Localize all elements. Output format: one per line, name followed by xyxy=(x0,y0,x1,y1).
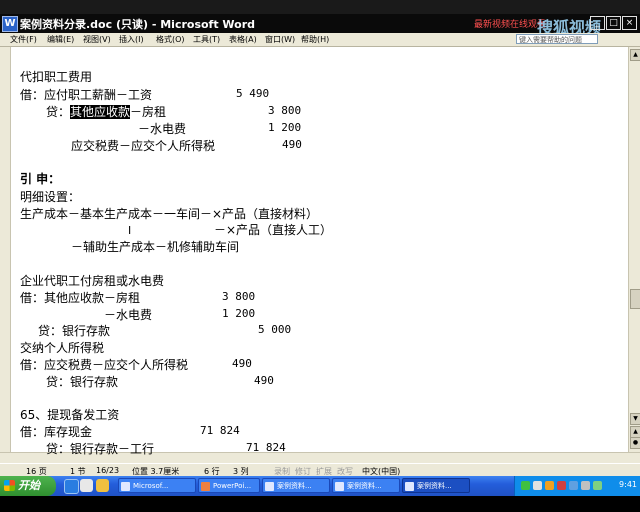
task-label: PowerPoi... xyxy=(213,482,252,490)
taskbar-item-powerpoint[interactable]: PowerPoi... xyxy=(198,478,260,493)
menu-format[interactable]: 格式(O) xyxy=(156,34,185,45)
clock[interactable]: 9:41 xyxy=(619,480,637,489)
vertical-scrollbar[interactable]: ▲ ▼ ▲ ● xyxy=(628,47,640,452)
ie-quicklaunch-icon[interactable] xyxy=(64,479,79,494)
amount: 3 800 xyxy=(222,290,256,303)
doc-line: 企业代职工付房租或水电费 xyxy=(20,274,165,288)
tray-icon[interactable] xyxy=(545,481,554,490)
doc-line: 贷：银行存款 xyxy=(46,375,119,389)
doc-line: 借：库存现金 xyxy=(20,425,93,439)
section-heading: 引 申： xyxy=(20,172,61,186)
selected-text[interactable]: 其他应收款 xyxy=(70,105,131,119)
doc-line: 交纳个人所得税 xyxy=(20,341,105,355)
menu-tools[interactable]: 工具(T) xyxy=(193,34,220,45)
doc-line: 65、提现备发工资 xyxy=(20,408,120,422)
word-icon[interactable]: W xyxy=(2,16,18,32)
amount: 3 800 xyxy=(268,104,302,117)
doc-line: 贷：其他应收款－房租 xyxy=(46,103,166,120)
help-search-input[interactable]: 键入需要帮助的问题 xyxy=(516,34,598,44)
window-title: 案例资料分录.doc (只读) - Microsoft Word xyxy=(20,18,256,31)
vertical-ruler xyxy=(0,47,11,452)
doc-line: －水电费 xyxy=(104,308,153,322)
doc-line: 贷：银行存款－工行 xyxy=(46,442,155,456)
scroll-down-arrow-icon[interactable]: ▼ xyxy=(630,413,640,425)
amount: 71 824 xyxy=(246,441,286,454)
taskbar-item-doc[interactable]: 案例资料... xyxy=(332,478,400,493)
document-icon xyxy=(265,482,274,491)
scroll-up-arrow-icon[interactable]: ▲ xyxy=(630,49,640,61)
amount: 5 490 xyxy=(236,87,270,100)
tray-icon[interactable] xyxy=(569,481,578,490)
scroll-thumb[interactable] xyxy=(630,289,640,309)
amount: 490 xyxy=(254,374,274,387)
menu-table[interactable]: 表格(A) xyxy=(229,34,257,45)
doc-line: －水电费 xyxy=(138,122,187,136)
menu-bar: 文件(F) 编辑(E) 视图(V) 插入(I) 格式(O) 工具(T) 表格(A… xyxy=(0,33,640,47)
document-icon xyxy=(335,482,344,491)
doc-line: －辅助生产成本－机修辅助车间 xyxy=(71,240,240,254)
amount: 71 824 xyxy=(200,424,240,437)
windows-logo-icon xyxy=(4,480,15,491)
amount: 5 000 xyxy=(258,323,292,336)
task-label: Microsof... xyxy=(133,482,169,490)
powerpoint-icon xyxy=(201,482,210,491)
word-icon xyxy=(121,482,130,491)
taskbar: 开始 Microsof... PowerPoi... 案例资料... 案例资料.… xyxy=(0,476,640,496)
volume-icon[interactable] xyxy=(581,481,590,490)
close-button[interactable]: × xyxy=(622,16,637,30)
tray-icon[interactable] xyxy=(521,481,530,490)
letterbox-bottom xyxy=(0,496,640,512)
doc-line: 借：其他应收款－房租 xyxy=(20,291,141,305)
start-label: 开始 xyxy=(18,479,40,492)
amount: 1 200 xyxy=(222,307,256,320)
taskbar-item-doc[interactable]: 案例资料... xyxy=(262,478,330,493)
system-tray: 9:41 xyxy=(514,476,640,496)
title-bar: W 案例资料分录.doc (只读) - Microsoft Word 最新视频在… xyxy=(0,14,640,37)
menu-help[interactable]: 帮助(H) xyxy=(301,34,329,45)
tray-icon[interactable] xyxy=(533,481,542,490)
task-label: 案例资料... xyxy=(277,482,312,490)
tray-icon[interactable] xyxy=(557,481,566,490)
doc-line: 生产成本－基本生产成本－一车间－×产品（直接材料） xyxy=(20,207,319,221)
doc-line: 贷：银行存款 xyxy=(38,324,111,338)
network-icon[interactable] xyxy=(593,481,602,490)
doc-text: 贷： xyxy=(46,105,71,119)
menu-insert[interactable]: 插入(I) xyxy=(119,34,144,45)
doc-line: －×产品（直接人工） xyxy=(214,223,333,237)
status-page-of: 16/23 xyxy=(96,466,120,475)
task-label: 案例资料... xyxy=(417,482,452,490)
screen: W 案例资料分录.doc (只读) - Microsoft Word 最新视频在… xyxy=(0,0,640,512)
start-button[interactable]: 开始 xyxy=(0,476,56,496)
taskbar-item-word[interactable]: Microsof... xyxy=(118,478,196,493)
text-cursor-icon: I xyxy=(128,224,132,237)
doc-line: 代扣职工费用 xyxy=(20,70,93,84)
doc-text: －房租 xyxy=(130,105,167,119)
status-bar: 16 页 1 节 16/23 位置 3.7厘米 6 行 3 列 录制 修订 扩展… xyxy=(0,463,640,477)
doc-line: 借：应付职工薪酬－工资 xyxy=(20,88,153,102)
menu-window[interactable]: 窗口(W) xyxy=(265,34,295,45)
promo-tag: 最新视频在线观看 xyxy=(474,20,547,30)
doc-line: 借：应交税费－应交个人所得税 xyxy=(20,358,189,372)
doc-line: 应交税费－应交个人所得税 xyxy=(71,139,216,153)
folder-quicklaunch-icon[interactable] xyxy=(96,479,109,492)
amount: 490 xyxy=(282,138,302,151)
browse-object-icon[interactable]: ● xyxy=(630,437,640,449)
desktop-quicklaunch-icon[interactable] xyxy=(80,479,93,492)
maximize-button[interactable]: □ xyxy=(606,16,621,30)
amount: 490 xyxy=(232,357,252,370)
menu-edit[interactable]: 编辑(E) xyxy=(47,34,74,45)
doc-line: 明细设置： xyxy=(20,190,81,204)
amount: 1 200 xyxy=(268,121,302,134)
menu-view[interactable]: 视图(V) xyxy=(83,34,111,45)
menu-file[interactable]: 文件(F) xyxy=(10,34,37,45)
document-icon xyxy=(405,482,414,491)
minimize-button[interactable]: _ xyxy=(590,16,605,30)
task-label: 案例资料... xyxy=(347,482,382,490)
taskbar-item-doc-active[interactable]: 案例资料... xyxy=(402,478,470,493)
